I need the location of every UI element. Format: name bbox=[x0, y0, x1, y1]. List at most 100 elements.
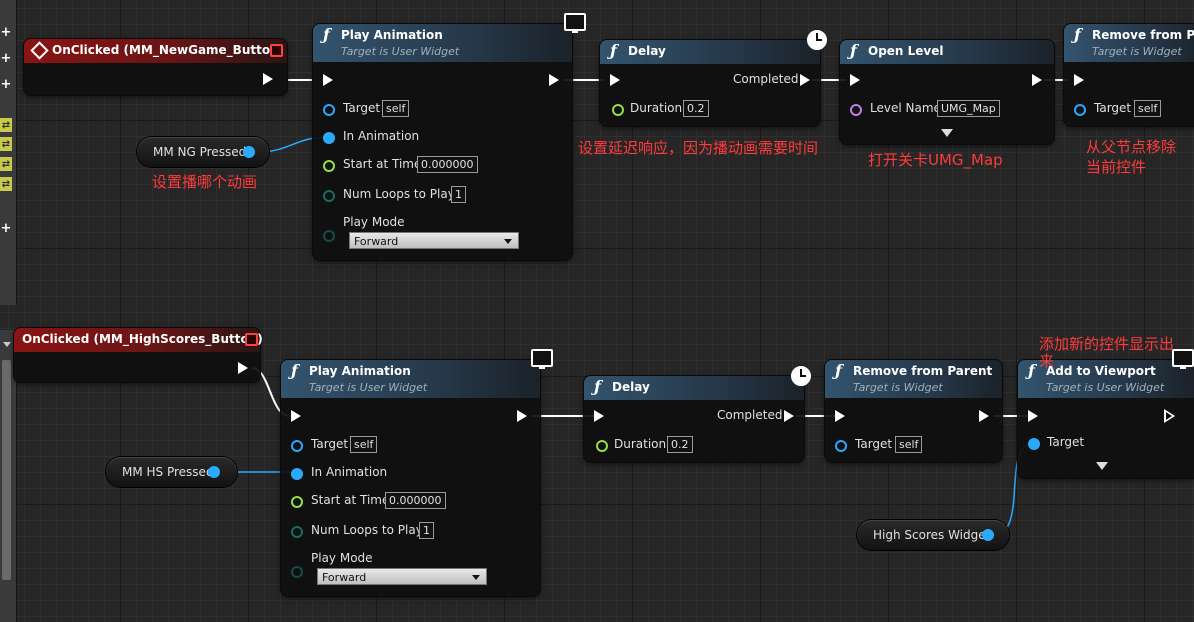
variable-label: MM NG Pressed bbox=[153, 145, 247, 159]
start-time-input[interactable]: 0.000000 bbox=[417, 156, 478, 173]
target-pin-icon[interactable] bbox=[1028, 438, 1040, 450]
exec-in-pin-icon[interactable] bbox=[291, 410, 301, 422]
float-pin-icon[interactable] bbox=[596, 440, 608, 452]
object-pin-icon[interactable] bbox=[208, 466, 220, 478]
exec-pin-icon[interactable] bbox=[263, 73, 273, 85]
scrollbar[interactable] bbox=[2, 360, 11, 580]
variable-icon[interactable]: ⇄ bbox=[0, 137, 12, 151]
exec-out-pin-icon[interactable] bbox=[1032, 74, 1042, 86]
event-node-newgame[interactable]: OnClicked (MM_NewGame_Button) bbox=[24, 39, 287, 95]
node-title: Play Animation bbox=[309, 364, 411, 378]
enum-pin-icon[interactable] bbox=[323, 230, 335, 242]
play-mode-dropdown[interactable]: Forward bbox=[317, 568, 487, 585]
object-pin-icon[interactable] bbox=[982, 529, 994, 541]
variable-getter-mm-hs-pressed[interactable]: MM HS Pressed bbox=[106, 457, 237, 487]
add-icon[interactable]: + bbox=[0, 51, 12, 66]
target-pin-icon[interactable] bbox=[835, 440, 847, 452]
add-icon[interactable]: + bbox=[0, 221, 12, 236]
exec-in-pin-icon[interactable] bbox=[1074, 74, 1084, 86]
event-node-highscores[interactable]: OnClicked (MM_HighScores_Button) bbox=[14, 328, 263, 382]
pin-label: Num Loops to Play bbox=[311, 523, 423, 537]
name-pin-icon[interactable] bbox=[850, 104, 862, 116]
exec-out-pin-icon[interactable] bbox=[549, 74, 559, 86]
float-pin-icon[interactable] bbox=[323, 160, 335, 172]
function-icon: ƒ bbox=[291, 361, 298, 380]
exec-out-pin-icon[interactable] bbox=[784, 410, 794, 422]
pin-value[interactable]: self bbox=[350, 436, 378, 453]
annotation-delay: 设置延迟响应，因为播动画需要时间 bbox=[578, 139, 819, 157]
clock-icon bbox=[790, 365, 812, 387]
exec-in-pin-icon[interactable] bbox=[323, 74, 333, 86]
exec-in-pin-icon[interactable] bbox=[850, 74, 860, 86]
add-to-viewport-node[interactable]: ƒ Add to Viewport Target is User Widget … bbox=[1018, 360, 1194, 478]
node-subtitle: Target is Widget bbox=[1092, 45, 1182, 58]
variable-icon[interactable]: ⇄ bbox=[0, 177, 12, 191]
variable-getter-mm-ng-pressed[interactable]: MM NG Pressed bbox=[137, 137, 269, 167]
pin-label: In Animation bbox=[311, 465, 388, 479]
play-animation-node-highscores[interactable]: ƒ Play Animation Target is User Widget T… bbox=[281, 360, 540, 596]
delay-node-newgame[interactable]: ƒ Delay Completed Duration 0.2 bbox=[600, 40, 820, 126]
pin-label: Target bbox=[855, 437, 893, 451]
start-time-input[interactable]: 0.000000 bbox=[385, 492, 446, 509]
exec-out-pin-icon[interactable] bbox=[800, 74, 810, 86]
annotation-open-level: 打开关卡UMG_Map bbox=[868, 151, 1003, 169]
pin-value[interactable]: self bbox=[895, 436, 923, 453]
loops-input[interactable]: 1 bbox=[419, 522, 434, 539]
add-icon[interactable]: + bbox=[0, 77, 12, 92]
scroll-up-icon[interactable] bbox=[3, 342, 11, 347]
exec-pin-icon[interactable] bbox=[238, 362, 248, 374]
duration-input[interactable]: 0.2 bbox=[683, 100, 709, 117]
add-icon[interactable]: + bbox=[0, 25, 12, 40]
exec-in-pin-icon[interactable] bbox=[1028, 410, 1038, 422]
pin-value[interactable]: self bbox=[1134, 100, 1162, 117]
delegate-pin-icon[interactable] bbox=[270, 44, 283, 57]
play-animation-node-newgame[interactable]: ƒ Play Animation Target is User Widget T… bbox=[313, 24, 572, 260]
delay-node-highscores[interactable]: ƒ Delay Completed Duration 0.2 bbox=[584, 376, 804, 462]
left-panel-strip-top: + + + ⇄ ⇄ ⇄ ⇄ + bbox=[0, 0, 17, 305]
play-mode-dropdown[interactable]: Forward bbox=[349, 232, 519, 249]
node-title: Remove from Par bbox=[1092, 28, 1194, 42]
pin-value[interactable]: self bbox=[382, 100, 410, 117]
enum-pin-icon[interactable] bbox=[291, 566, 303, 578]
event-title: OnClicked (MM_HighScores_Button) bbox=[22, 332, 263, 346]
float-pin-icon[interactable] bbox=[612, 104, 624, 116]
target-pin-icon[interactable] bbox=[291, 440, 303, 452]
function-icon: ƒ bbox=[1074, 25, 1081, 44]
variable-getter-high-scores-widget[interactable]: High Scores Widget bbox=[857, 520, 1009, 550]
int-pin-icon[interactable] bbox=[323, 190, 335, 202]
node-title: Play Animation bbox=[341, 28, 443, 42]
object-pin-icon[interactable] bbox=[243, 146, 255, 158]
dropdown-value: Forward bbox=[354, 235, 399, 248]
function-icon: ƒ bbox=[835, 361, 842, 380]
remove-from-parent-node-newgame[interactable]: ƒ Remove from Par Target is Widget Targe… bbox=[1064, 24, 1194, 126]
remove-from-parent-node-highscores[interactable]: ƒ Remove from Parent Target is Widget Ta… bbox=[825, 360, 1002, 462]
duration-input[interactable]: 0.2 bbox=[667, 436, 693, 453]
float-pin-icon[interactable] bbox=[291, 496, 303, 508]
exec-out-pin-icon[interactable] bbox=[979, 410, 989, 422]
open-level-node[interactable]: ƒ Open Level Level Name UMG_Map bbox=[840, 40, 1054, 144]
pin-label: Play Mode bbox=[311, 551, 373, 565]
variable-icon[interactable]: ⇄ bbox=[0, 118, 12, 132]
annotation-remove-2: 当前控件 bbox=[1086, 158, 1147, 176]
pin-label: Target bbox=[311, 437, 349, 451]
delegate-pin-icon[interactable] bbox=[245, 333, 258, 346]
exec-in-pin-icon[interactable] bbox=[610, 74, 620, 86]
node-title: Remove from Parent bbox=[853, 364, 993, 378]
exec-out-pin-icon[interactable] bbox=[517, 410, 527, 422]
target-pin-icon[interactable] bbox=[1074, 104, 1086, 116]
function-icon: ƒ bbox=[594, 377, 601, 396]
pin-label: Target bbox=[343, 101, 381, 115]
animation-pin-icon[interactable] bbox=[323, 132, 335, 144]
target-pin-icon[interactable] bbox=[323, 104, 335, 116]
level-name-input[interactable]: UMG_Map bbox=[937, 100, 1000, 117]
animation-pin-icon[interactable] bbox=[291, 468, 303, 480]
variable-icon[interactable]: ⇄ bbox=[0, 157, 12, 171]
exec-in-pin-icon[interactable] bbox=[835, 410, 845, 422]
dropdown-value: Forward bbox=[322, 571, 367, 584]
loops-input[interactable]: 1 bbox=[451, 186, 466, 203]
expand-arrow-icon[interactable] bbox=[1096, 462, 1108, 470]
exec-in-pin-icon[interactable] bbox=[594, 410, 604, 422]
annotation-add-2: 来 bbox=[1039, 352, 1055, 370]
int-pin-icon[interactable] bbox=[291, 526, 303, 538]
expand-arrow-icon[interactable] bbox=[941, 129, 953, 137]
